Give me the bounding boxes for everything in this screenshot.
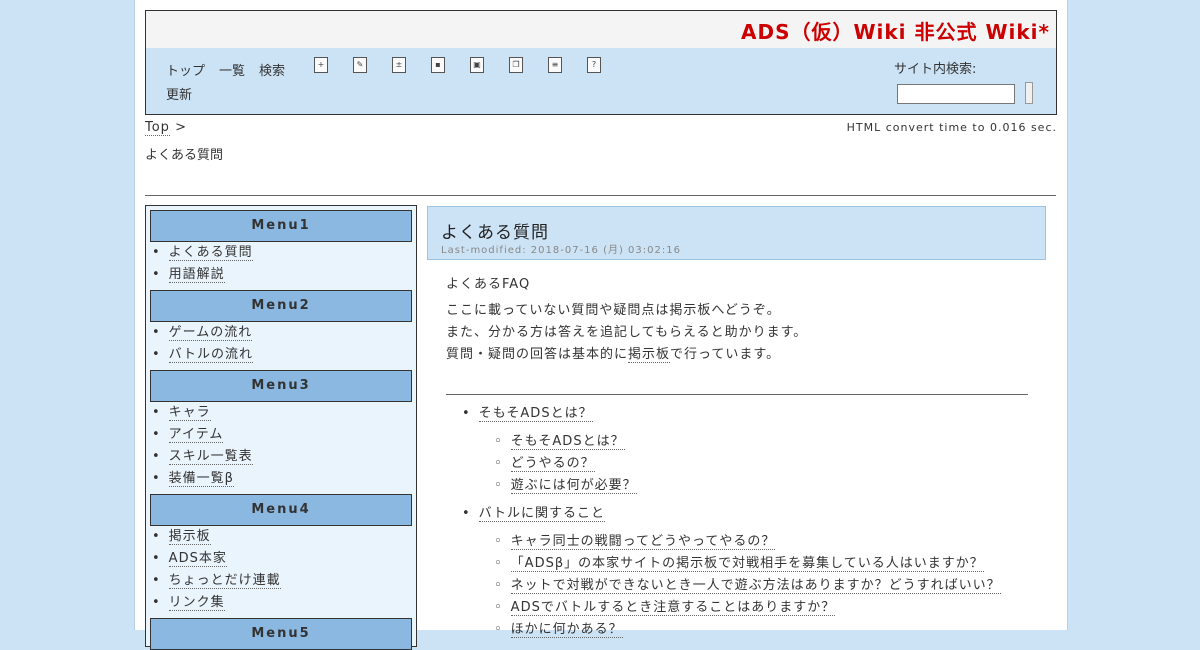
intro-line: また、分かる方は答えを追記してもらえると助かります。 xyxy=(446,325,808,340)
nav-search-link[interactable]: 検索 xyxy=(259,64,285,79)
toc-link[interactable]: 遊ぶには何が必要？ xyxy=(510,478,637,494)
menu5-title: Menu5 xyxy=(150,618,412,650)
sidebar-item-links[interactable]: リンク集 xyxy=(150,592,416,614)
breadcrumb: Top > xyxy=(145,120,187,136)
menu1-list: よくある質問 用語解説 xyxy=(146,242,416,286)
toc-item: どうやるの？ xyxy=(494,453,1047,475)
page-subtitle: よくある質問 xyxy=(145,148,224,163)
intro-line: ここに載っていない質問や疑問点は掲示板へどうぞ。 xyxy=(446,303,781,318)
search-label: サイト内検索: xyxy=(894,62,977,77)
main-content: よくある質問 Last-modified: 2018-07-16 (月) 03:… xyxy=(427,206,1047,647)
edit-icon[interactable]: ✎ xyxy=(353,57,367,73)
diff-icon[interactable]: ± xyxy=(392,57,406,73)
sidebar-item-glossary[interactable]: 用語解説 xyxy=(150,264,416,286)
content-header: よくある質問 Last-modified: 2018-07-16 (月) 03:… xyxy=(427,206,1046,260)
sidebar: Menu1 よくある質問 用語解説 Menu2 ゲームの流れ バトルの流れ Me… xyxy=(145,205,417,650)
sidebar-item-items[interactable]: アイテム xyxy=(150,424,416,446)
toc-item: ほかに何かある？ xyxy=(494,619,1047,641)
menu4-list: 掲示板 ADS本家 ちょっとだけ連載 リンク集 xyxy=(146,526,416,614)
sidebar-item-battle-flow[interactable]: バトルの流れ xyxy=(150,344,416,366)
sidebar-item-equipment-list[interactable]: 装備一覧β xyxy=(150,468,416,490)
toc-section: バトルに関すること キャラ同士の戦闘ってどうやってやるの？ 「ADSβ」の本家サ… xyxy=(462,503,1047,641)
toc-item: キャラ同士の戦闘ってどうやってやるの？ xyxy=(494,531,1047,553)
freeze-icon[interactable]: ▣ xyxy=(470,57,484,73)
search-button[interactable] xyxy=(1025,82,1033,104)
toolbar: トップ 一覧 検索 更新 + ✎ ± ▪ ▣ ❐ ≡? サイト内検索: xyxy=(145,48,1057,115)
toc-link[interactable]: 「ADSβ」の本家サイトの掲示板で対戦相手を募集している人はいますか？ xyxy=(510,556,984,572)
toc-link[interactable]: バトルに関すること xyxy=(478,506,606,522)
sidebar-item-serial[interactable]: ちょっとだけ連載 xyxy=(150,570,416,592)
toc-link[interactable]: ネットで対戦ができないとき一人で遊ぶ方法はありますか？どうすればいい？ xyxy=(510,578,1001,594)
toc-item: 遊ぶには何が必要？ xyxy=(494,475,1047,497)
nav-recent-link[interactable]: 更新 xyxy=(166,88,192,103)
list-icon[interactable]: ≡ xyxy=(548,57,562,73)
toc-link[interactable]: そもそADSとは？ xyxy=(478,406,593,422)
page: ADS（仮）Wiki 非公式 Wiki* トップ 一覧 検索 更新 + ✎ ± ▪ ▣ ❐ ≡?… xyxy=(134,0,1068,650)
sidebar-item-skill-list[interactable]: スキル一覧表 xyxy=(150,446,416,468)
toc-item: そもそADSとは？ xyxy=(494,431,1047,453)
divider xyxy=(145,195,1056,196)
sidebar-item-game-flow[interactable]: ゲームの流れ xyxy=(150,322,416,344)
toc-link[interactable]: キャラ同士の戦闘ってどうやってやるの？ xyxy=(510,534,776,550)
last-modified: Last-modified: 2018-07-16 (月) 03:02:16 xyxy=(441,245,681,256)
site-header: ADS（仮）Wiki 非公式 Wiki* xyxy=(145,10,1057,49)
breadcrumb-separator: > xyxy=(175,120,187,135)
toc-item: ADSでバトルするとき注意することはありますか？ xyxy=(494,597,1047,619)
sidebar-item-faq[interactable]: よくある質問 xyxy=(150,242,416,264)
content-title: よくある質問 xyxy=(441,223,549,243)
nav-top-link[interactable]: トップ xyxy=(166,64,205,79)
menu4-title: Menu4 xyxy=(150,494,412,526)
backup-icon[interactable]: ▪ xyxy=(431,57,445,73)
table-of-contents: そもそADSとは？ そもそADSとは？ どうやるの？ 遊ぶには何が必要？ バトル… xyxy=(446,403,1047,641)
new-page-icon[interactable]: + xyxy=(314,57,328,73)
intro-line: 質問・疑問の回答は基本的に掲示板で行っています。 xyxy=(446,347,781,363)
nav-list-link[interactable]: 一覧 xyxy=(219,64,245,79)
bbs-link[interactable]: 掲示板 xyxy=(628,347,671,363)
toc-section: そもそADSとは？ そもそADSとは？ どうやるの？ 遊ぶには何が必要？ xyxy=(462,403,1047,497)
site-title[interactable]: ADS（仮）Wiki 非公式 Wiki* xyxy=(741,16,1050,45)
toc-link[interactable]: ほかに何かある？ xyxy=(510,622,623,638)
sidebar-item-bbs[interactable]: 掲示板 xyxy=(150,526,416,548)
sidebar-item-ads-official[interactable]: ADS本家 xyxy=(150,548,416,570)
menu3-title: Menu3 xyxy=(150,370,412,402)
help-icon[interactable]: ? xyxy=(587,57,601,73)
copy-icon[interactable]: ❐ xyxy=(509,57,523,73)
toc-item: 「ADSβ」の本家サイトの掲示板で対戦相手を募集している人はいますか？ xyxy=(494,553,1047,575)
menu3-list: キャラ アイテム スキル一覧表 装備一覧β xyxy=(146,402,416,490)
toc-link[interactable]: そもそADSとは？ xyxy=(510,434,625,450)
intro-lead: よくあるFAQ xyxy=(446,277,531,292)
breadcrumb-top-link[interactable]: Top xyxy=(145,120,170,136)
menu2-title: Menu2 xyxy=(150,290,412,322)
toc-link[interactable]: どうやるの？ xyxy=(510,456,595,472)
content-divider xyxy=(446,394,1028,395)
tool-icons: + ✎ ± ▪ ▣ ❐ ≡? xyxy=(314,57,626,73)
convert-time: HTML convert time to 0.016 sec. xyxy=(846,121,1057,134)
toc-link[interactable]: ADSでバトルするとき注意することはありますか？ xyxy=(510,600,836,616)
menu2-list: ゲームの流れ バトルの流れ xyxy=(146,322,416,366)
intro: よくあるFAQ ここに載っていない質問や疑問点は掲示板へどうぞ。 また、分かる方… xyxy=(446,274,1047,366)
menu1-title: Menu1 xyxy=(150,210,412,242)
main-nav: トップ 一覧 検索 更新 xyxy=(166,60,306,108)
search-input[interactable] xyxy=(897,84,1015,104)
sidebar-item-characters[interactable]: キャラ xyxy=(150,402,416,424)
toc-item: ネットで対戦ができないとき一人で遊ぶ方法はありますか？どうすればいい？ xyxy=(494,575,1047,597)
